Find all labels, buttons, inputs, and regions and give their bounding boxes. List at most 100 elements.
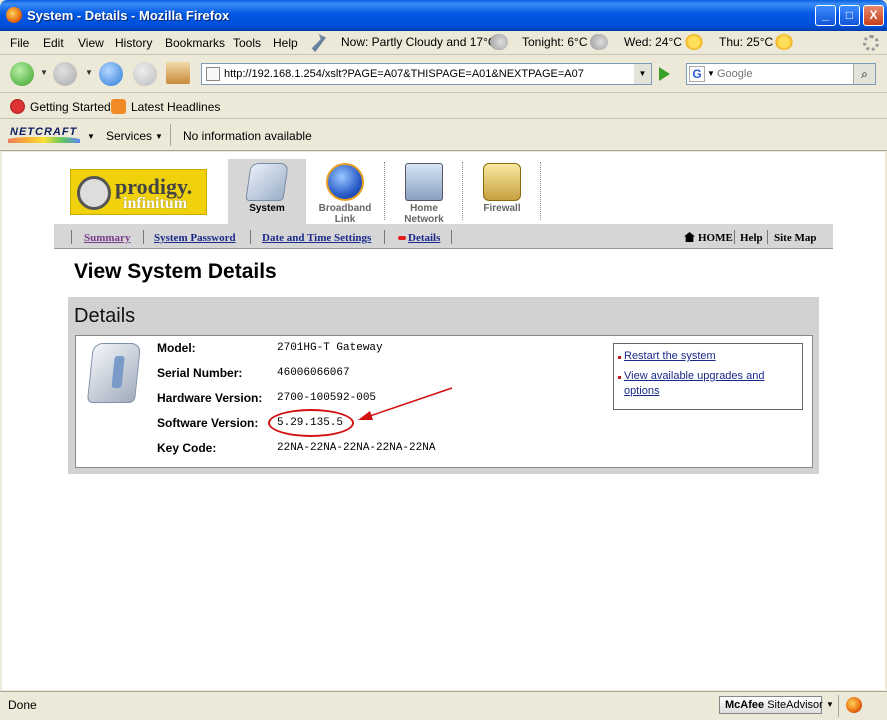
subnav-summary[interactable]: Summary xyxy=(84,232,130,244)
tab-home-network[interactable]: Home Network xyxy=(385,159,463,225)
weather-now[interactable]: Now: Partly Cloudy and 17°C xyxy=(341,35,497,49)
sun-icon xyxy=(775,34,793,50)
tab-broadband-link[interactable]: Broadband Link xyxy=(306,159,384,225)
weather-tonight[interactable]: Tonight: 6°C xyxy=(522,35,588,49)
bookmark-latest-headlines[interactable]: Latest Headlines xyxy=(131,100,220,114)
tab-label: Home Network xyxy=(404,203,444,225)
address-bar[interactable]: http://192.168.1.254/xslt?PAGE=A07&THISP… xyxy=(201,63,652,85)
tab-firewall[interactable]: Firewall xyxy=(463,159,541,225)
navigation-toolbar: ▼ ▼ http://192.168.1.254/xslt?PAGE=A07&T… xyxy=(0,56,887,93)
bullet xyxy=(618,376,621,379)
nav-pipe xyxy=(143,230,144,244)
restart-system-link[interactable]: Restart the system xyxy=(624,350,716,362)
toolbar-separator xyxy=(170,124,171,146)
stop-button[interactable] xyxy=(133,62,157,86)
detail-value-keycode: 22NA-22NA-22NA-22NA-22NA xyxy=(277,442,436,454)
netcraft-services-menu[interactable]: Services xyxy=(106,129,152,143)
firefox-status-icon[interactable] xyxy=(846,697,862,713)
maximize-button[interactable]: □ xyxy=(839,5,860,26)
status-bar: Done McAfee SiteAdvisor ▼ xyxy=(0,691,887,720)
tab-divider xyxy=(540,162,541,220)
tab-system[interactable]: System xyxy=(228,159,306,225)
view-upgrades-link-cont[interactable]: options xyxy=(624,385,659,397)
siteadvisor-dropdown[interactable]: ▼ xyxy=(826,700,834,709)
menu-edit[interactable]: Edit xyxy=(43,36,64,50)
nav-pipe xyxy=(767,230,768,244)
services-dropdown-icon[interactable]: ▼ xyxy=(155,132,163,141)
rss-icon xyxy=(111,99,126,114)
prodigy-emblem-icon xyxy=(77,176,111,210)
tab-label: Firewall xyxy=(483,203,521,214)
gateway-device-icon xyxy=(86,343,142,403)
address-history-dropdown[interactable]: ▼ xyxy=(634,64,651,84)
weather-thu[interactable]: Thu: 25°C xyxy=(719,35,773,49)
menu-bookmarks[interactable]: Bookmarks xyxy=(165,36,225,50)
menu-help[interactable]: Help xyxy=(273,36,298,50)
mcafee-brand: McAfee xyxy=(725,699,765,711)
weather-wed[interactable]: Wed: 24°C xyxy=(624,35,682,49)
forward-history-dropdown[interactable]: ▼ xyxy=(85,68,93,77)
view-upgrades-link[interactable]: View available upgrades and xyxy=(624,370,764,382)
detail-label-serial: Serial Number: xyxy=(157,366,243,380)
nav-home-link[interactable]: HOME xyxy=(698,232,733,244)
actions-box: Restart the system View available upgrad… xyxy=(613,343,803,410)
mcafee-siteadvisor-button[interactable]: McAfee SiteAdvisor xyxy=(719,696,823,714)
page-title: View System Details xyxy=(74,260,277,283)
logo-sub: infinitum xyxy=(123,195,188,212)
detail-value-model: 2701HG-T Gateway xyxy=(277,342,383,354)
minimize-button[interactable]: _ xyxy=(815,5,836,26)
window-titlebar[interactable]: System - Details - Mozilla Firefox _ □ X xyxy=(0,0,887,31)
bookmark-getting-started[interactable]: Getting Started xyxy=(30,100,111,114)
forward-button[interactable] xyxy=(53,62,77,86)
home-button[interactable] xyxy=(166,62,190,84)
panel-title: Details xyxy=(74,305,136,327)
sub-navigation: Summary System Password Date and Time Se… xyxy=(54,224,833,249)
subnav-date-time-settings[interactable]: Date and Time Settings xyxy=(262,232,371,244)
nav-pipe xyxy=(734,230,735,244)
menu-history[interactable]: History xyxy=(115,36,152,50)
back-button[interactable] xyxy=(10,62,34,86)
getting-started-icon xyxy=(10,99,25,114)
search-box[interactable]: G ▼ ⌕ xyxy=(686,63,876,85)
subnav-details[interactable]: Details xyxy=(408,232,440,244)
menu-view[interactable]: View xyxy=(78,36,104,50)
google-icon[interactable]: G xyxy=(689,66,705,82)
bullet xyxy=(618,356,621,359)
reload-button[interactable] xyxy=(99,62,123,86)
wrench-icon[interactable] xyxy=(311,34,326,52)
detail-label-keycode: Key Code: xyxy=(157,441,217,455)
firefox-icon xyxy=(6,7,22,23)
tab-label: Broadband Link xyxy=(318,203,372,225)
mcafee-product: SiteAdvisor xyxy=(767,699,823,711)
nav-pipe xyxy=(384,230,385,244)
netcraft-dropdown[interactable]: ▼ xyxy=(87,132,95,141)
status-text: Done xyxy=(8,698,37,712)
go-button[interactable] xyxy=(655,65,673,83)
prodigy-logo[interactable]: prodigy. infinitum xyxy=(70,169,207,215)
sun-icon xyxy=(685,34,703,50)
detail-label-model: Model: xyxy=(157,341,196,355)
subnav-system-password[interactable]: System Password xyxy=(154,232,236,244)
page-icon xyxy=(206,67,220,81)
details-panel: Details Model: 2701HG-T Gateway Serial N… xyxy=(68,297,819,474)
netcraft-logo[interactable]: NETCRAFT xyxy=(8,126,80,144)
close-button[interactable]: X xyxy=(863,5,884,26)
home-icon[interactable] xyxy=(684,232,695,242)
throbber-icon xyxy=(863,35,879,51)
window-title: System - Details - Mozilla Firefox xyxy=(27,8,230,23)
nav-pipe xyxy=(71,230,72,244)
nav-help-link[interactable]: Help xyxy=(740,232,763,244)
search-input[interactable] xyxy=(717,66,853,82)
night-cloud-icon xyxy=(590,34,608,50)
details-box: Model: 2701HG-T Gateway Serial Number: 4… xyxy=(75,335,813,468)
nav-sitemap-link[interactable]: Site Map xyxy=(774,232,816,244)
menu-file[interactable]: File xyxy=(10,36,29,50)
search-icon[interactable]: ⌕ xyxy=(853,64,875,84)
address-url[interactable]: http://192.168.1.254/xslt?PAGE=A07&THISP… xyxy=(224,68,584,80)
back-history-dropdown[interactable]: ▼ xyxy=(40,68,48,77)
globe-icon xyxy=(326,163,364,201)
search-engine-dropdown[interactable]: ▼ xyxy=(707,69,715,78)
nav-pipe xyxy=(451,230,452,244)
menu-bar: File Edit View History Bookmarks Tools H… xyxy=(0,31,887,55)
menu-tools[interactable]: Tools xyxy=(233,36,261,50)
